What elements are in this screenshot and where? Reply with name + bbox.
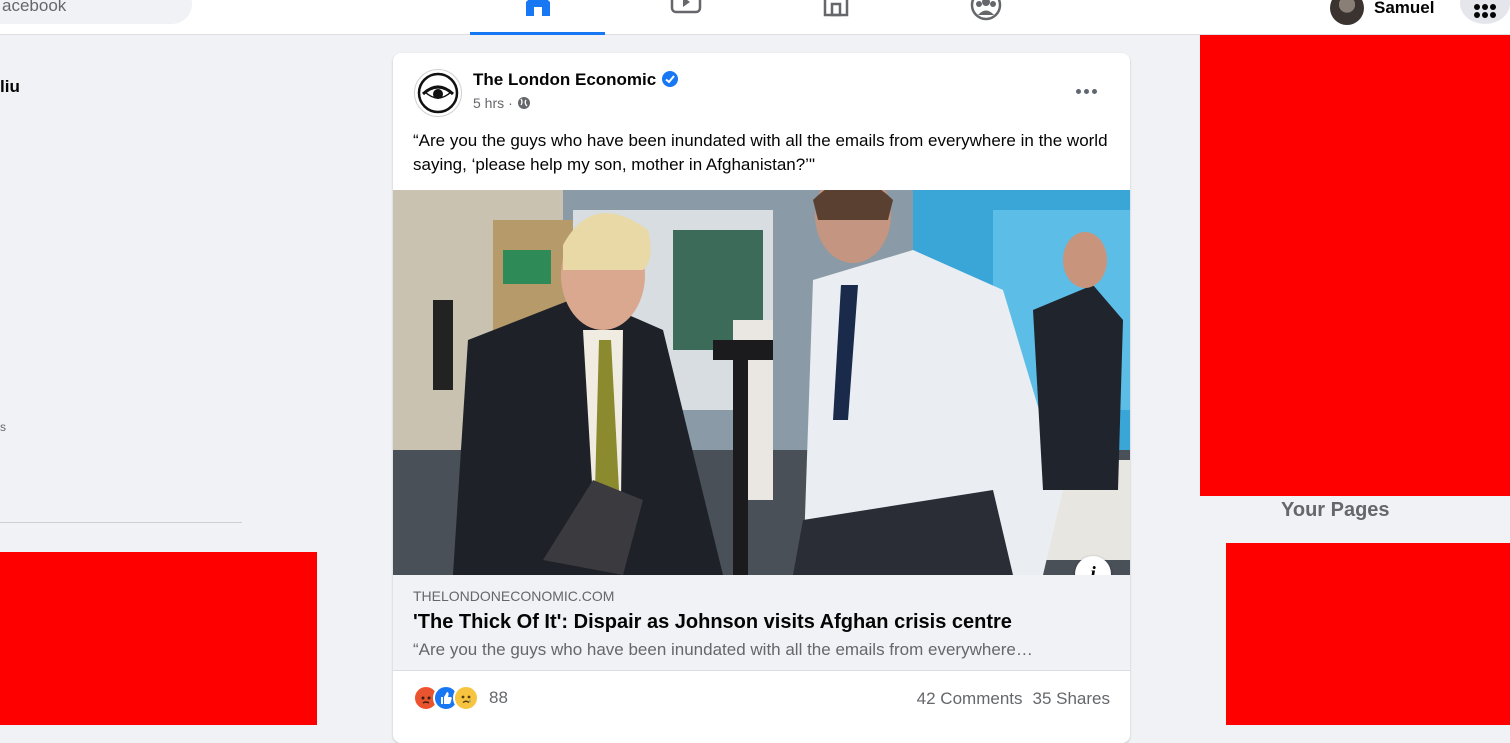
tab-marketplace[interactable] <box>768 0 903 35</box>
search-input[interactable]: acebook <box>0 0 192 24</box>
more-options-icon <box>1075 88 1097 94</box>
link-title: 'The Thick Of It': Dispair as Johnson vi… <box>413 611 1012 633</box>
comments-count-link[interactable]: 42 Comments <box>917 689 1023 709</box>
profile-name: Samuel <box>1374 0 1435 17</box>
page-name-link[interactable]: The London Economic <box>473 69 679 90</box>
tab-home[interactable] <box>470 0 605 35</box>
redacted-block-left <box>0 552 317 725</box>
redacted-block-right-top <box>1200 35 1510 496</box>
page-avatar[interactable] <box>414 69 462 117</box>
engagement-stats: 42 Comments 35 Shares <box>917 689 1110 709</box>
marketplace-icon <box>823 0 848 17</box>
eye-logo-icon <box>417 72 459 114</box>
post-options-button[interactable] <box>1068 77 1104 105</box>
home-icon <box>525 0 550 16</box>
tab-watch[interactable] <box>618 0 753 35</box>
globe-icon <box>517 97 530 109</box>
profile-shortcut[interactable]: Samuel <box>1320 0 1434 28</box>
top-navigation-bar: acebook Samuel <box>0 0 1510 35</box>
redacted-block-right-bottom <box>1226 543 1510 725</box>
page-name: The London Economic <box>473 70 657 89</box>
post-meta: 5 hrs · <box>473 95 531 111</box>
reaction-count: 88 <box>489 688 508 707</box>
sad-reaction-icon <box>453 685 479 711</box>
link-domain: THELONDONECONOMIC.COM <box>413 588 615 604</box>
watch-icon <box>670 0 701 14</box>
reactions-summary[interactable]: 88 <box>413 685 508 711</box>
search-placeholder: acebook <box>2 0 67 15</box>
your-pages-heading: Your Pages <box>1281 499 1390 521</box>
avatar <box>1330 0 1364 25</box>
groups-icon <box>970 0 1001 21</box>
tab-groups[interactable] <box>918 0 1053 35</box>
post-time[interactable]: 5 hrs <box>473 95 504 111</box>
meta-separator: · <box>508 95 513 111</box>
news-photo <box>393 190 1130 575</box>
post-image[interactable] <box>393 190 1130 575</box>
sidebar-divider <box>0 522 242 523</box>
menu-button[interactable] <box>1460 0 1510 24</box>
post-text: “Are you the guys who have been inundate… <box>413 131 1108 174</box>
verified-badge-icon <box>662 71 679 87</box>
link-description: “Are you the guys who have been inundate… <box>413 640 1033 659</box>
sidebar-user-name[interactable]: liu <box>0 77 20 97</box>
sidebar-partial-item[interactable]: s <box>0 420 6 434</box>
feed-post: The London Economic 5 hrs · “Are you the… <box>393 53 1130 743</box>
shares-count-link[interactable]: 35 Shares <box>1033 689 1111 709</box>
link-preview[interactable]: THELONDONECONOMIC.COM 'The Thick Of It':… <box>393 575 1130 671</box>
